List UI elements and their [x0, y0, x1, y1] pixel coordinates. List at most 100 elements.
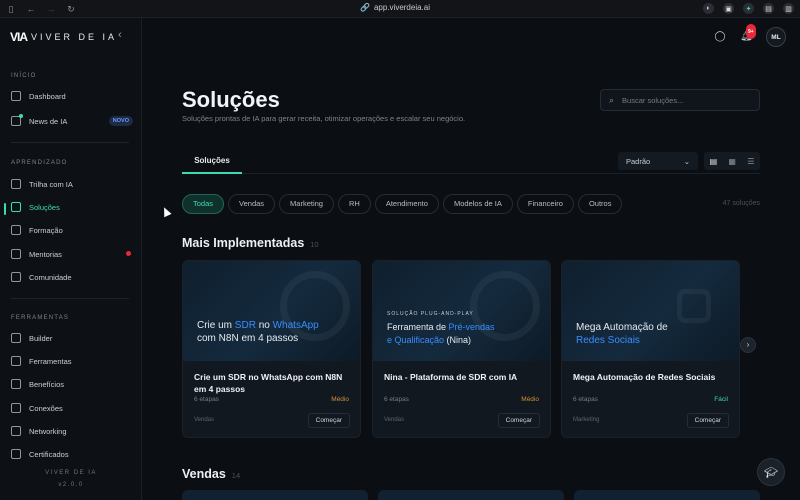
sidebar-item-builder[interactable]: Builder: [11, 330, 133, 346]
sidebar-item-formacao[interactable]: Formação: [11, 222, 133, 238]
filter-chip-atendimento[interactable]: Atendimento: [374, 194, 439, 214]
forward-icon[interactable]: →: [46, 4, 56, 14]
start-button[interactable]: Começar: [686, 413, 729, 428]
back-icon[interactable]: ←: [26, 4, 36, 14]
extension-icon[interactable]: ▤: [763, 3, 774, 14]
section-title-featured: Mais Implementadas 10: [182, 236, 319, 250]
view-toggle: ▤ ▦ ☰: [704, 152, 760, 170]
grid-view-icon[interactable]: ▦: [728, 157, 736, 166]
start-button[interactable]: Começar: [307, 413, 350, 428]
reload-icon[interactable]: ↻: [66, 4, 76, 14]
solution-card[interactable]: [378, 490, 564, 500]
list-view-icon[interactable]: ☰: [747, 157, 754, 166]
bell-icon[interactable]: 🔔︎ 9+: [740, 24, 756, 43]
filter-chip-marketing[interactable]: Marketing: [279, 194, 334, 214]
solution-card[interactable]: [574, 490, 760, 500]
sidebar-item-networking[interactable]: Networking: [11, 423, 133, 439]
sidebar-item-trilha[interactable]: Trilha com IA: [11, 176, 133, 192]
notification-badge: 9+: [746, 24, 756, 39]
chat-bubble-icon[interactable]: ◯: [714, 31, 726, 43]
card-title: Nina - Plataforma de SDR com IA: [384, 372, 518, 382]
sidebar-item-solucoes[interactable]: Soluções: [11, 199, 133, 215]
thumb-text: Ferramenta de: [387, 322, 449, 332]
card-title: Crie um SDR no WhatsApp com N8N em 4 pas…: [194, 372, 343, 394]
extension-icon[interactable]: ▣: [723, 3, 734, 14]
topbar-actions: ◯ 🔔︎ 9+ ML: [714, 24, 786, 47]
section-label-aprendizado: APRENDIZADO: [11, 160, 68, 166]
tools-icon: [11, 356, 21, 366]
sidebar-item-dashboard[interactable]: Dashboard: [11, 88, 133, 104]
address-bar[interactable]: 🔗 app.viverdeia.ai: [360, 3, 430, 12]
thumb-highlight: WhatsApp: [272, 320, 319, 331]
sidebar-item-label: Mentorias: [29, 249, 62, 259]
start-button[interactable]: Começar: [497, 413, 540, 428]
sidebar-toggle-icon[interactable]: ▯: [6, 4, 16, 14]
filter-chip-modelos[interactable]: Modelos de IA: [442, 194, 513, 214]
section-title-text: Vendas: [182, 467, 226, 481]
filter-chip-financeiro[interactable]: Financeiro: [516, 194, 574, 214]
builder-icon: [11, 333, 21, 343]
sales-cards-preview: [182, 490, 760, 500]
difficulty-badge: Fácil: [714, 396, 728, 403]
filter-chip-rh[interactable]: RH: [337, 194, 371, 214]
help-button[interactable]: 🎓︎: [757, 458, 785, 486]
thumbnail-title: Ferramenta de Pré-vendas e Qualificação …: [387, 321, 547, 347]
avatar[interactable]: ML: [766, 27, 786, 47]
solution-card[interactable]: [182, 490, 368, 500]
section-label-ferramentas: FERRAMENTAS: [11, 315, 70, 321]
brand-name: VIVER DE IA: [31, 32, 118, 42]
carousel-next-button[interactable]: ›: [740, 337, 756, 353]
extension-icon[interactable]: ◐: [703, 3, 714, 14]
card-category: Vendas: [194, 417, 215, 423]
thumb-highlight: e Qualificação: [387, 335, 445, 345]
search-input[interactable]: ⌕ Buscar soluções...: [600, 89, 760, 111]
sidebar: VIA VIVER DE IA ‹ INÍCIO Dashboard News …: [0, 18, 142, 500]
chat-icon: [11, 272, 21, 282]
sidebar-item-conexoes[interactable]: Conexões: [11, 400, 133, 416]
tab-solucoes[interactable]: Soluções: [182, 150, 242, 172]
solution-card[interactable]: Crie um SDR no WhatsApp com N8N em 4 pas…: [182, 260, 361, 438]
sidebar-item-label: Formação: [29, 225, 63, 235]
filter-chip-outros[interactable]: Outros: [577, 194, 623, 214]
page-subtitle: Soluções prontas de IA para gerar receit…: [182, 114, 466, 123]
sort-select[interactable]: Padrão ⌄: [618, 152, 698, 170]
card-title: Mega Automação de Redes Sociais: [573, 372, 716, 382]
collapse-sidebar-icon[interactable]: ‹: [118, 29, 122, 41]
divider: [11, 142, 129, 143]
filter-chip-vendas[interactable]: Vendas: [228, 194, 276, 214]
logo[interactable]: VIA VIVER DE IA: [10, 30, 117, 44]
status-dot: [126, 251, 131, 256]
section-title-text: Mais Implementadas: [182, 236, 305, 250]
url-text: app.viverdeia.ai: [373, 3, 431, 12]
thumb-text: Mega Automação de: [576, 322, 668, 333]
sidebar-item-certificados[interactable]: Certificados: [11, 446, 133, 462]
sidebar-item-mentorias[interactable]: Mentorias: [11, 246, 133, 262]
section-title-sales: Vendas 14: [182, 467, 240, 481]
thumbnail-title: Crie um SDR no WhatsApp com N8N em 4 pas…: [197, 319, 357, 345]
thumbnail-kicker: SOLUÇÃO PLUG-AND-PLAY: [387, 311, 474, 317]
solution-card[interactable]: Mega Automação de Redes Sociais Mega Aut…: [561, 260, 740, 438]
extensions-menu-icon[interactable]: ▥: [783, 3, 794, 14]
difficulty-badge: Médio: [521, 396, 539, 403]
sidebar-item-beneficios[interactable]: Benefícios: [11, 376, 133, 392]
card-steps: 6 etapas: [194, 396, 219, 403]
mouse-cursor: [160, 205, 172, 218]
solution-card[interactable]: SOLUÇÃO PLUG-AND-PLAY Ferramenta de Pré-…: [372, 260, 551, 438]
sidebar-item-label: Dashboard: [29, 91, 66, 101]
table-view-icon[interactable]: ▤: [710, 157, 718, 166]
chevron-down-icon: ⌄: [683, 156, 690, 166]
link-icon: 🔗: [360, 3, 370, 12]
sidebar-item-news[interactable]: News de IA NOVO: [11, 113, 133, 129]
thumb-text: no: [255, 320, 273, 331]
extension-icon[interactable]: ✦: [743, 3, 754, 14]
card-steps: 6 etapas: [384, 396, 409, 403]
version-label: v2.0.0: [58, 482, 84, 488]
thumb-highlight: Redes Sociais: [576, 335, 640, 346]
thumb-text: Crie um: [197, 320, 235, 331]
thumb-highlight: Pré-vendas: [448, 322, 495, 332]
automation-icon: [677, 289, 711, 323]
sidebar-item-comunidade[interactable]: Comunidade: [11, 269, 133, 285]
sidebar-item-ferramentas[interactable]: Ferramentas: [11, 353, 133, 369]
filter-chip-todas[interactable]: Todas: [182, 194, 225, 214]
trophy-icon: [11, 379, 21, 389]
